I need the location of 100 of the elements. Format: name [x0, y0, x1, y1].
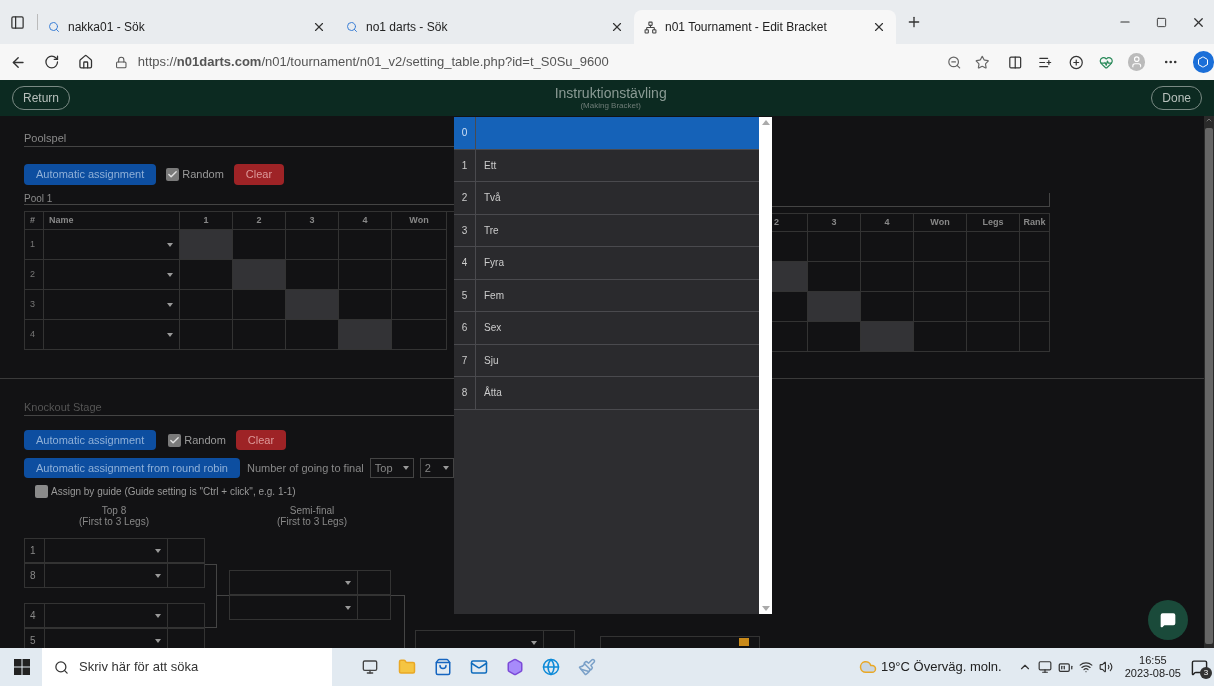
column-header: Won [392, 212, 447, 230]
dropdown-option[interactable]: 6 Sex [454, 312, 759, 345]
scrollbar[interactable] [1204, 116, 1214, 648]
task-view-icon[interactable] [362, 659, 378, 675]
caret-icon [167, 302, 173, 307]
checkbox[interactable] [35, 484, 48, 498]
table-cell [180, 230, 233, 260]
checkbox-label: Assign by guide (Guide setting is "Ctrl + click", e.g. 1-1) [51, 484, 296, 499]
search-icon [48, 21, 60, 33]
dropdown-option[interactable]: 5 Fem [454, 279, 759, 312]
table-cell [808, 232, 861, 262]
table-cell [1020, 262, 1050, 292]
dropdown-scrollbar[interactable] [759, 117, 772, 614]
table-cell [392, 260, 447, 290]
display-icon[interactable] [1037, 660, 1052, 674]
table-cell [392, 230, 447, 260]
caret-icon [345, 605, 351, 610]
round-subtitle: (First to 3 Legs) [277, 516, 347, 527]
checkbox[interactable] [168, 433, 182, 447]
check-icon [167, 169, 179, 180]
scrollbar-thumb[interactable] [1205, 128, 1213, 644]
table-cell [914, 232, 967, 262]
clock-date[interactable]: 2023-08-05 [1124, 667, 1181, 680]
dropdown-option[interactable]: 2 Två [454, 182, 759, 215]
column-header: Rank [1020, 214, 1050, 232]
browser-tab[interactable]: n01 Tournament - Edit Bracket [634, 10, 896, 44]
tab-actions-icon[interactable] [10, 14, 25, 30]
close-icon[interactable] [610, 20, 624, 34]
final-count-label: Number of going to final [247, 460, 364, 476]
refresh-icon[interactable] [44, 54, 60, 70]
zoom-out-icon[interactable] [947, 54, 962, 70]
table-cell [1020, 322, 1050, 352]
browser-tab[interactable]: no1 darts - Sök [336, 10, 634, 44]
copilot-icon[interactable] [1192, 51, 1214, 73]
mail-icon[interactable] [470, 658, 488, 676]
checkbox[interactable] [166, 168, 180, 181]
table-cell [233, 320, 286, 350]
table-cell [914, 262, 967, 292]
column-header: 2 [233, 212, 286, 230]
close-icon[interactable] [312, 20, 326, 34]
weather-text[interactable]: 19°C Överväg. moln. [880, 657, 1002, 677]
url-field[interactable]: https://n01darts.com/n01/tournament/n01_v2/setting_table.php?id=t_S0Su_9600 [137, 52, 987, 72]
table-cell [339, 230, 392, 260]
new-tab-icon[interactable] [906, 14, 922, 30]
volume-icon[interactable] [1098, 660, 1113, 674]
table-cell [339, 320, 392, 350]
close-icon[interactable] [872, 20, 886, 34]
row-number: 1 [25, 230, 44, 260]
store-icon[interactable] [434, 658, 452, 676]
home-icon[interactable] [77, 54, 94, 70]
hexagon-app-icon[interactable] [506, 658, 524, 676]
column-header: Name [44, 212, 180, 230]
scroll-up-icon[interactable] [1205, 116, 1213, 124]
page-title: Instruktionstävling [554, 86, 667, 101]
table-cell [339, 260, 392, 290]
taskbar-search-field[interactable]: Skriv här för att söka [42, 648, 332, 686]
favorite-icon[interactable] [975, 54, 990, 70]
caret-icon [345, 580, 351, 585]
checkbox-label: Random [184, 432, 226, 448]
check-icon [169, 434, 181, 446]
column-header: 4 [861, 214, 914, 232]
health-icon[interactable] [1099, 54, 1114, 70]
dropdown-option[interactable]: 0 [454, 117, 759, 150]
dropdown-option[interactable]: 4 Fyra [454, 247, 759, 280]
column-header: # [25, 212, 44, 230]
chat-button[interactable] [1148, 600, 1188, 640]
dropdown-option[interactable]: 7 Sju [454, 344, 759, 377]
table-cell [808, 292, 861, 322]
round-title: Semi-final [289, 505, 335, 516]
dropdown-option[interactable]: 1 Ett [454, 149, 759, 182]
table-cell [967, 232, 1020, 262]
caret-icon [402, 466, 409, 470]
dropdown-option[interactable]: 3 Tre [454, 214, 759, 247]
final-count-select[interactable]: Top [369, 458, 414, 478]
column-header: 3 [808, 214, 861, 232]
dropdown-option[interactable]: 8 Åtta [454, 377, 759, 410]
automatic-assignment-button[interactable]: Automatic assignment [24, 430, 157, 450]
scroll-down-icon[interactable] [761, 606, 770, 611]
round-robin-assignment-button[interactable]: Automatic assignment from round robin [24, 458, 240, 478]
split-screen-icon[interactable] [1007, 54, 1023, 70]
windows-logo-icon[interactable] [14, 659, 30, 675]
automatic-assignment-button[interactable]: Automatic assignment [24, 164, 157, 185]
table-cell [1020, 232, 1050, 262]
scroll-up-icon[interactable] [761, 120, 770, 125]
browser-tab[interactable]: nakka01 - Sök [38, 10, 336, 44]
browser-icon[interactable] [542, 658, 560, 676]
caret-icon [155, 613, 161, 618]
table-cell [772, 262, 808, 292]
final-count-select[interactable]: 2 [419, 458, 454, 478]
table-cell [1020, 292, 1050, 322]
table-cell [914, 322, 967, 352]
row-number: 4 [25, 320, 44, 350]
maximize-icon[interactable] [1156, 16, 1167, 28]
round-subtitle: (First to 3 Legs) [79, 516, 149, 527]
page-subtitle: (Making Bracket) [580, 101, 641, 110]
wifi-icon[interactable] [1078, 660, 1093, 674]
caret-icon [155, 573, 161, 578]
clock-time[interactable]: 16:55 [1139, 654, 1167, 667]
chat-icon [1160, 612, 1176, 628]
collections-icon[interactable] [1068, 54, 1084, 70]
